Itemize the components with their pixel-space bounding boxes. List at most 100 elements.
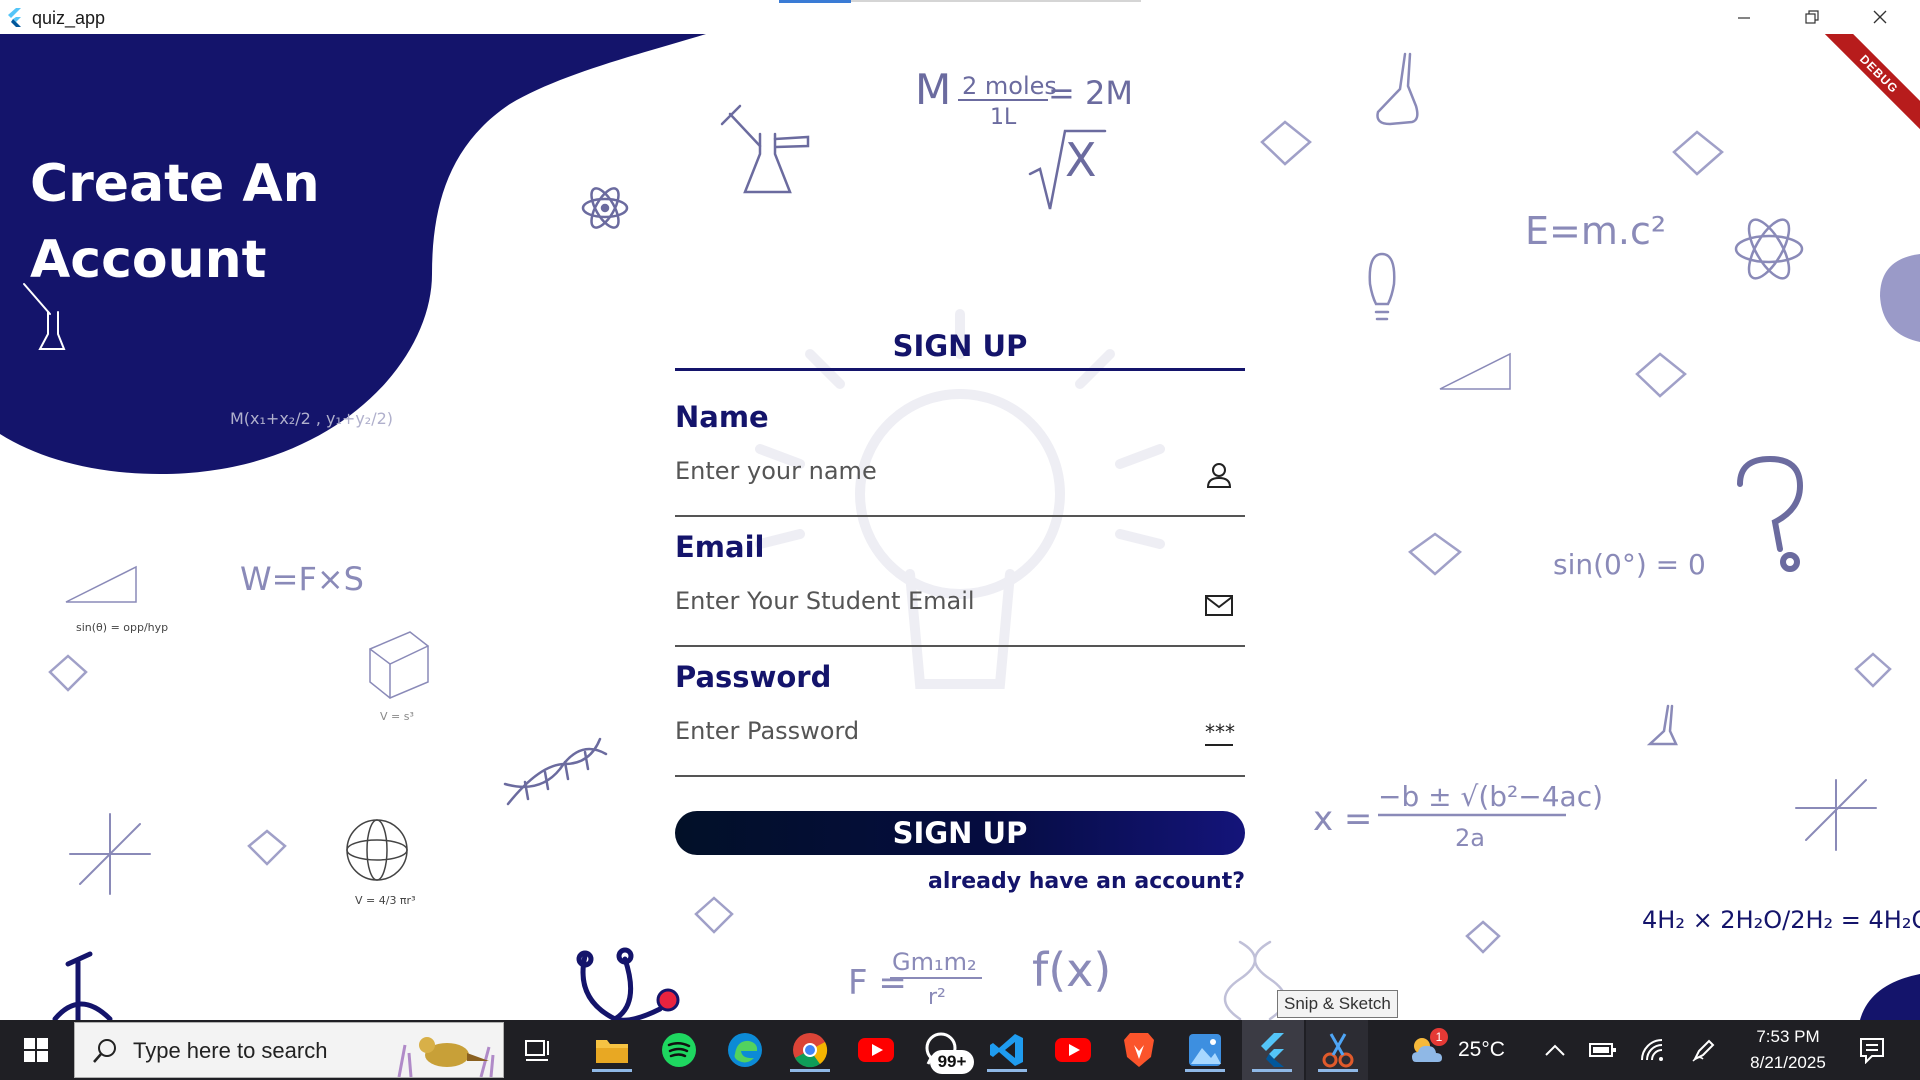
cube-volume-formula: V = s³ bbox=[380, 710, 414, 723]
dropper-flask-icon bbox=[720, 104, 810, 194]
wifi-icon bbox=[1641, 1039, 1663, 1061]
molarity-formula-right: = 2M bbox=[1048, 74, 1133, 112]
photos-button[interactable] bbox=[1183, 1028, 1227, 1072]
atom-icon-right bbox=[1734, 218, 1804, 280]
molarity-formula-left: M bbox=[915, 65, 951, 114]
axes-icon-left bbox=[69, 813, 151, 895]
signup-form: SIGN UP Name Email Password *** bbox=[675, 324, 1245, 894]
edge-icon bbox=[728, 1033, 762, 1067]
title-bar: quiz_app bbox=[0, 0, 1920, 34]
login-link[interactable]: already have an account? bbox=[675, 869, 1245, 894]
sphere-icon bbox=[346, 819, 408, 881]
molarity-formula-num: 2 moles bbox=[962, 72, 1057, 100]
youtube-app-button[interactable] bbox=[1051, 1028, 1095, 1072]
password-input[interactable] bbox=[675, 711, 1195, 751]
email-input[interactable] bbox=[675, 581, 1195, 621]
flutter-logo-icon bbox=[8, 8, 21, 27]
restore-icon bbox=[1805, 10, 1819, 24]
battery-icon bbox=[1589, 1043, 1616, 1057]
svg-text:***: *** bbox=[1205, 720, 1235, 744]
clock-time: 7:53 PM bbox=[1756, 1027, 1820, 1046]
debug-banner: DEBUG bbox=[1810, 34, 1920, 144]
pen-button[interactable] bbox=[1682, 1028, 1726, 1072]
stethoscope-chest-icon bbox=[656, 988, 680, 1012]
bird-illustration-icon bbox=[397, 1037, 495, 1077]
heading-divider bbox=[675, 368, 1245, 371]
debug-label: DEBUG bbox=[1818, 34, 1920, 135]
sin-zero-formula: sin(0°) = 0 bbox=[1553, 548, 1706, 581]
photos-icon bbox=[1189, 1034, 1221, 1066]
close-icon bbox=[1873, 10, 1887, 24]
axes-icon-right bbox=[1795, 779, 1877, 851]
taskbar-search[interactable]: Type here to search bbox=[74, 1022, 504, 1078]
close-button[interactable] bbox=[1848, 0, 1912, 34]
task-view-icon bbox=[525, 1040, 549, 1061]
edge-button[interactable] bbox=[723, 1028, 767, 1072]
midpoint-formula: M(x₁+x₂/2 , y₁+y₂/2) bbox=[230, 409, 393, 428]
email-field-container bbox=[675, 567, 1245, 647]
sqrt-variable: X bbox=[1065, 133, 1097, 187]
inactive-indicator bbox=[851, 0, 1141, 2]
flutter-app-button[interactable] bbox=[1250, 1028, 1294, 1072]
search-icon bbox=[93, 1039, 116, 1063]
clock-date: 8/21/2025 bbox=[1750, 1053, 1826, 1072]
spotify-icon bbox=[662, 1033, 696, 1067]
person-icon bbox=[1206, 463, 1232, 488]
triangle-icon-right bbox=[1439, 352, 1511, 390]
brave-button[interactable] bbox=[1117, 1028, 1161, 1072]
atom-icon bbox=[581, 187, 629, 229]
youtube-icon-2 bbox=[1055, 1038, 1091, 1062]
signup-button[interactable]: SIGN UP bbox=[675, 811, 1245, 855]
work-formula: W=F×S bbox=[240, 560, 364, 598]
brave-icon bbox=[1124, 1033, 1154, 1067]
name-input[interactable] bbox=[675, 451, 1195, 491]
task-view-button[interactable] bbox=[517, 1028, 561, 1072]
edge-bubble-icon bbox=[1880, 254, 1920, 342]
quadratic-numerator: −b ± √(b²−4ac) bbox=[1378, 780, 1603, 813]
youtube-button[interactable] bbox=[854, 1028, 898, 1072]
microscope-icon bbox=[52, 951, 113, 1020]
notification-icon bbox=[1860, 1038, 1884, 1064]
search-placeholder: Type here to search bbox=[133, 1038, 328, 1063]
triangle-icon bbox=[65, 565, 137, 603]
file-explorer-button[interactable] bbox=[590, 1028, 634, 1072]
emc2-formula: E=m.c² bbox=[1525, 209, 1666, 253]
flask-icon bbox=[1376, 52, 1419, 126]
sphere-volume-formula: V = 4/3 πr³ bbox=[355, 894, 416, 907]
password-field-container: *** bbox=[675, 697, 1245, 777]
chevron-up-icon bbox=[1545, 1044, 1565, 1056]
form-heading: SIGN UP bbox=[892, 329, 1028, 363]
email-label: Email bbox=[675, 530, 765, 564]
minimize-button[interactable] bbox=[1712, 0, 1776, 34]
windows-logo-icon bbox=[24, 1038, 48, 1062]
password-label: Password bbox=[675, 660, 832, 694]
stethoscope-icon bbox=[576, 947, 663, 1020]
vscode-button[interactable] bbox=[985, 1028, 1029, 1072]
active-indicator bbox=[779, 0, 851, 3]
signup-screen: M 2 moles 1L = 2M X E=m.c² W=F×S sin(0°)… bbox=[0, 34, 1920, 1020]
water-equation: 4H₂ × 2H₂O/2H₂ = 4H₂O bbox=[1642, 906, 1920, 934]
network-button[interactable] bbox=[1630, 1028, 1674, 1072]
gravity-numerator: Gm₁m₂ bbox=[892, 948, 977, 976]
minimize-icon bbox=[1738, 17, 1750, 19]
restore-button[interactable] bbox=[1780, 0, 1844, 34]
molarity-formula-den: 1L bbox=[990, 105, 1017, 130]
mail-icon bbox=[1205, 595, 1233, 616]
chrome-button[interactable] bbox=[788, 1028, 832, 1072]
show-hidden-icons-button[interactable] bbox=[1533, 1028, 1577, 1072]
whatsapp-badge: 99+ bbox=[930, 1050, 974, 1074]
scissors-icon bbox=[1322, 1033, 1354, 1068]
taskbar: Type here to search 99+ 1 25°C 7:53 PM 8… bbox=[0, 1020, 1920, 1080]
name-field-container bbox=[675, 437, 1245, 517]
quadratic-denominator: 2a bbox=[1455, 824, 1485, 852]
spotify-button[interactable] bbox=[657, 1028, 701, 1072]
battery-button[interactable] bbox=[1581, 1028, 1625, 1072]
clock[interactable]: 7:53 PM 8/21/2025 bbox=[1728, 1024, 1848, 1076]
page-title: Create An Account bbox=[30, 154, 320, 290]
snip-sketch-button[interactable] bbox=[1316, 1028, 1360, 1072]
notifications-button[interactable] bbox=[1850, 1028, 1894, 1072]
lightbulb-icon bbox=[1368, 252, 1396, 321]
folder-icon bbox=[596, 1040, 628, 1063]
temperature: 25°C bbox=[1458, 1038, 1505, 1061]
start-button[interactable] bbox=[0, 1020, 72, 1080]
